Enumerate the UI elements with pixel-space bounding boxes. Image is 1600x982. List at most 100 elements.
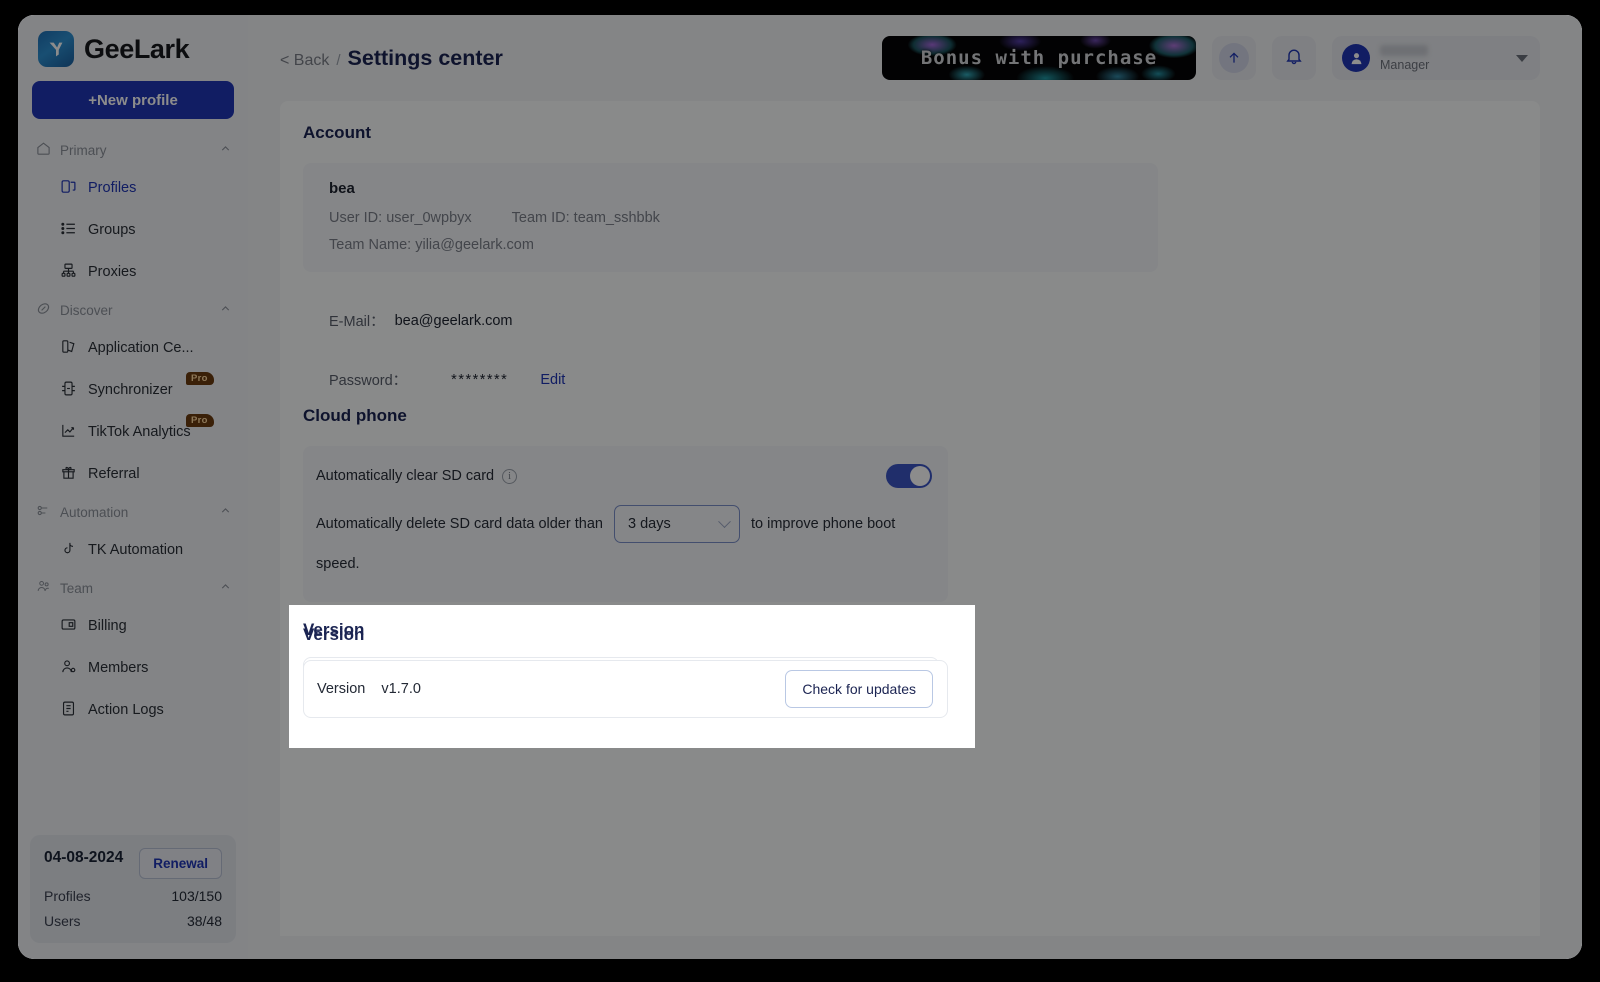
sidebar-group-label: Team <box>60 580 94 596</box>
sidebar-item-label: Action Logs <box>88 702 164 718</box>
user-name <box>1380 44 1428 56</box>
app-window: GeeLark +New profile Primary Profiles Gr… <box>18 15 1582 959</box>
sidebar-item-profiles[interactable]: Profiles <box>18 167 248 209</box>
retention-text-before: Automatically delete SD card data older … <box>316 516 603 532</box>
sidebar-item-tk-automation[interactable]: TK Automation <box>18 529 248 571</box>
sidebar-item-label: Members <box>88 660 149 676</box>
brand-name: GeeLark <box>84 33 190 64</box>
auto-clear-sd-text: Automatically clear SD card <box>316 468 495 484</box>
sidebar-item-label: TK Automation <box>88 542 184 558</box>
new-profile-button[interactable]: +New profile <box>32 81 234 119</box>
sidebar-item-billing[interactable]: Billing <box>18 605 248 647</box>
email-row: E-Mail： bea@geelark.com <box>303 310 1158 331</box>
user-role: Manager <box>1380 57 1430 72</box>
topbar: < Back / Settings center Bonus with purc… <box>248 15 1582 101</box>
sidebar-item-label: Referral <box>88 466 140 482</box>
member-icon <box>60 658 77 679</box>
geelark-logo-icon <box>38 31 74 67</box>
upload-arrow-icon <box>1219 43 1249 73</box>
sidebar-group-primary[interactable]: Primary <box>18 133 248 167</box>
sidebar-group-label: Primary <box>60 142 107 158</box>
usage-row-profiles: Profiles 103/150 <box>44 888 222 904</box>
account-info-card: bea User ID: user_0wpbyx Team ID: team_s… <box>303 163 1158 272</box>
cloud-phone-section: Cloud phone Automatically clear SD card … <box>303 406 948 602</box>
check-for-updates-button[interactable]: Check for updates <box>785 670 933 708</box>
sidebar-item-proxies[interactable]: Proxies <box>18 251 248 293</box>
version-row-label: Version <box>317 681 366 697</box>
cloud-phone-card: Automatically clear SD card i Automatica… <box>303 446 948 602</box>
sidebar: GeeLark +New profile Primary Profiles Gr… <box>18 15 248 959</box>
team-icon <box>36 579 51 597</box>
subscription-expiry-date: 04-08-2024 <box>44 849 124 866</box>
compass-icon <box>36 301 51 319</box>
sidebar-item-tiktok-analytics[interactable]: TikTok Analytics Pro <box>18 411 248 453</box>
sidebar-item-label: Synchronizer <box>88 382 173 398</box>
promo-banner[interactable]: Bonus with purchase <box>882 36 1196 80</box>
sidebar-item-application-center[interactable]: Application Ce... <box>18 327 248 369</box>
sidebar-item-action-logs[interactable]: Action Logs <box>18 689 248 731</box>
tiktok-icon <box>60 540 77 561</box>
usage-value: 38/48 <box>186 913 222 929</box>
promo-banner-text: Bonus with purchase <box>920 47 1158 69</box>
user-menu[interactable]: Manager <box>1332 36 1540 80</box>
password-row: Password： ******** Edit <box>303 369 1158 390</box>
list-icon <box>60 220 77 241</box>
account-section: Account bea User ID: user_0wpbyx Team ID… <box>303 123 1158 390</box>
version-row: Version v1.7.0 <box>317 681 421 697</box>
notifications-button[interactable] <box>1272 36 1316 80</box>
gift-icon <box>60 464 77 485</box>
automation-icon <box>36 503 51 521</box>
back-link[interactable]: < Back <box>280 52 329 70</box>
sidebar-item-label: TikTok Analytics <box>88 424 191 440</box>
bell-icon <box>1284 46 1304 71</box>
account-team-name: Team Name: yilia@geelark.com <box>329 237 534 253</box>
sidebar-item-synchronizer[interactable]: Synchronizer Pro <box>18 369 248 411</box>
email-label: E-Mail： <box>329 314 385 330</box>
version-section: Version Version v1.7.0 Check for updates <box>303 620 948 718</box>
auto-clear-sd-toggle[interactable] <box>886 464 932 488</box>
page-title: Settings center <box>347 45 503 70</box>
password-label: Password： <box>329 373 408 389</box>
sd-retention-select[interactable]: 3 days <box>613 505 740 544</box>
usage-row-users: Users 38/48 <box>44 913 222 929</box>
sidebar-nav: Primary Profiles Groups Proxies Discover… <box>18 133 248 731</box>
cloud-phone-section-title: Cloud phone <box>303 406 407 425</box>
sidebar-item-referral[interactable]: Referral <box>18 453 248 495</box>
logs-icon <box>60 700 77 721</box>
chevron-up-icon <box>219 302 232 318</box>
sidebar-item-groups[interactable]: Groups <box>18 209 248 251</box>
pro-badge: Pro <box>186 414 214 427</box>
sidebar-group-team[interactable]: Team <box>18 571 248 605</box>
apps-icon <box>60 338 77 359</box>
usage-label: Profiles <box>44 888 91 904</box>
usage-card: 04-08-2024 Renewal Profiles 103/150 User… <box>30 835 236 943</box>
usage-label: Users <box>44 913 81 929</box>
breadcrumb: < Back / Settings center <box>280 46 503 71</box>
sd-retention-description: Automatically delete SD card data older … <box>316 504 932 584</box>
chevron-down-icon <box>718 514 731 528</box>
renewal-button[interactable]: Renewal <box>139 848 222 879</box>
chevron-down-icon <box>1516 54 1528 62</box>
card-icon <box>60 616 77 637</box>
network-icon <box>60 262 77 283</box>
upload-button[interactable] <box>1212 36 1256 80</box>
sidebar-item-members[interactable]: Members <box>18 647 248 689</box>
edit-password-link[interactable]: Edit <box>540 372 565 388</box>
sidebar-item-label: Proxies <box>88 264 137 280</box>
version-number: v1.7.0 <box>381 681 421 697</box>
version-section-title: Version <box>303 620 365 639</box>
account-user-id: User ID: user_0wpbyx <box>329 210 472 226</box>
sidebar-item-label: Application Ce... <box>88 340 194 356</box>
email-value: bea@geelark.com <box>394 312 513 329</box>
home-icon <box>36 141 51 159</box>
sd-retention-value: 3 days <box>627 516 671 533</box>
profiles-icon <box>60 178 77 199</box>
info-icon[interactable]: i <box>502 468 518 484</box>
sidebar-item-label: Profiles <box>88 180 137 196</box>
sidebar-group-discover[interactable]: Discover <box>18 293 248 327</box>
chevron-up-icon <box>219 142 232 158</box>
account-section-title: Account <box>303 123 371 142</box>
sidebar-group-automation[interactable]: Automation <box>18 495 248 529</box>
sidebar-group-label: Automation <box>60 504 129 520</box>
account-team-id: Team ID: team_sshbbk <box>511 210 660 226</box>
